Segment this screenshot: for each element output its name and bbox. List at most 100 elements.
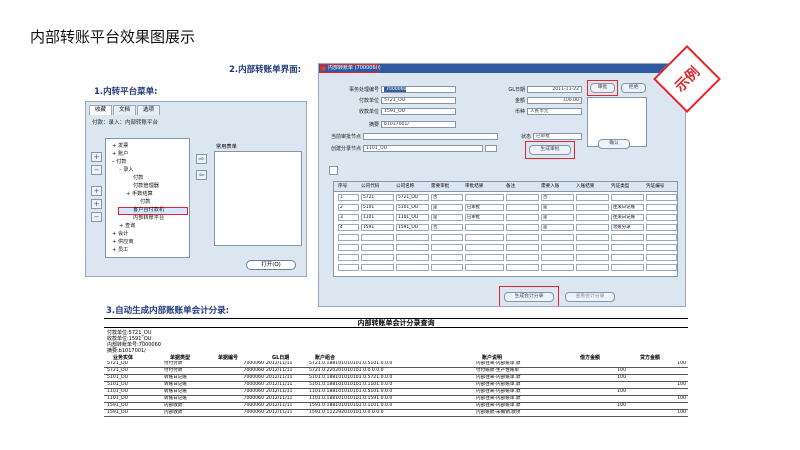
grid-cell[interactable] [646,254,677,261]
grid-cell[interactable] [506,204,539,211]
grid-cell[interactable] [611,264,644,271]
grid-cell[interactable] [506,224,539,231]
add-to-favorites-button[interactable]: ⇨ [196,154,207,164]
grid-cell[interactable] [506,234,539,241]
tree-item[interactable]: + 查询 [119,223,135,229]
grid-cell[interactable] [541,234,574,241]
status-select[interactable]: 已审批 [533,133,582,140]
grid-cell[interactable] [431,234,463,241]
grid-cell[interactable]: 是 [431,204,463,211]
tree-control-button[interactable]: + [91,199,102,209]
tree-item[interactable]: – 录入 [119,167,134,173]
grid-cell[interactable] [361,254,394,261]
tree-item[interactable]: 客户台付款机 [133,207,164,213]
grid-cell[interactable] [576,194,609,201]
grid-cell[interactable]: 4 [338,224,359,231]
grid-cell[interactable] [576,264,609,271]
grid-cell[interactable] [465,224,504,231]
tree-item[interactable]: + 会计 [112,231,128,237]
payee-field[interactable]: 1591_OU [381,108,456,115]
tree-item[interactable]: – 付款 [112,159,127,165]
tree-item[interactable]: 付款管理器 [133,183,159,189]
grid-cell[interactable]: 1591_OU [396,224,429,231]
grid-cell[interactable] [506,214,539,221]
grid-cell[interactable] [646,264,677,271]
grid-cell[interactable] [338,234,359,241]
grid-cell[interactable]: 往来日记账 [611,214,644,221]
grid-cell[interactable] [541,254,574,261]
grid-cell[interactable] [506,254,539,261]
grid-cell[interactable] [431,254,463,261]
grid-cell[interactable] [431,264,463,271]
tree-item[interactable]: 付款 [140,199,150,205]
grid-cell[interactable]: 是 [541,214,574,221]
tree-item[interactable]: + 发票 [112,143,128,149]
grid-cell[interactable] [611,234,644,241]
grid-cell[interactable] [361,234,394,241]
grid-cell[interactable] [576,234,609,241]
tree-item[interactable]: 付款 [133,175,143,181]
tree-item[interactable]: + 手数结算 [126,191,153,197]
grid-cell[interactable] [611,194,644,201]
grid-cell[interactable] [465,234,504,241]
tab-options[interactable]: 选项 [137,105,161,115]
grid-cell[interactable] [646,224,677,231]
grid-cell[interactable]: 是 [541,224,574,231]
grid-cell[interactable]: 5101_OU [396,204,429,211]
grid-cell[interactable] [465,244,504,251]
grid-cell[interactable] [338,254,359,261]
amount-field[interactable]: 100.00 [527,97,582,104]
grid-cell[interactable] [465,194,504,201]
grid-cell[interactable] [646,194,677,201]
tree-control-button[interactable]: + [91,186,102,196]
grid-cell[interactable]: 否 [541,194,574,201]
grid-cell[interactable]: 2 [338,204,359,211]
grid-cell[interactable] [338,264,359,271]
reject-button[interactable]: 拒绝 [621,83,646,93]
grid-cell[interactable] [576,244,609,251]
grid-cell[interactable] [396,234,429,241]
doc-no-field[interactable]: 7000060 [381,86,456,93]
grid-cell[interactable] [576,224,609,231]
tree-item[interactable]: + 员工 [112,247,128,253]
tab-documents[interactable]: 文档 [113,105,137,115]
grid-cell[interactable] [361,244,394,251]
grid-cell[interactable]: 否 [431,224,463,231]
grid-cell[interactable]: 1101_OU [396,214,429,221]
grid-cell[interactable]: 5721_OU [396,194,429,201]
tree-item[interactable]: 内部转账平台 [133,215,164,221]
open-button[interactable]: 打开(O) [246,260,296,270]
grid-cell[interactable] [506,244,539,251]
grid-cell[interactable] [465,254,504,261]
grid-cell[interactable] [576,204,609,211]
tab-favorites[interactable]: 收藏 [89,105,113,115]
grid-cell[interactable]: 5101 [361,204,394,211]
view-entries-button[interactable]: 查看会计分录 [565,292,615,302]
grid-cell[interactable]: 已审批 [465,204,504,211]
entry-node-field[interactable]: 1101_OU [363,145,483,152]
approver-field[interactable] [363,133,498,140]
grid-cell[interactable] [338,244,359,251]
grid-cell[interactable] [576,214,609,221]
grid-cell[interactable] [646,214,677,221]
grid-cell[interactable] [431,244,463,251]
grid-cell[interactable]: 已审批 [465,214,504,221]
currency-select[interactable]: 人民币元 [527,108,582,115]
grid-cell[interactable] [576,254,609,261]
grid-cell[interactable] [506,194,539,201]
tree-control-button[interactable]: + [91,152,102,162]
grid-cell[interactable] [646,244,677,251]
tree-control-button[interactable]: − [91,212,102,222]
tree-item[interactable]: + 账户 [112,151,128,157]
grid-cell[interactable]: 否 [431,194,463,201]
grid-cell[interactable]: 1101 [361,214,394,221]
grid-attachment-icon[interactable] [329,166,338,175]
grid-cell[interactable] [611,254,644,261]
grid-cell[interactable]: 5721 [361,194,394,201]
grid-cell[interactable] [541,264,574,271]
grid-cell[interactable] [611,244,644,251]
grid-cell[interactable] [396,244,429,251]
gl-date-field[interactable]: 2011-11-22 [527,86,582,93]
grid-cell[interactable] [541,244,574,251]
grid-cell[interactable] [646,204,677,211]
